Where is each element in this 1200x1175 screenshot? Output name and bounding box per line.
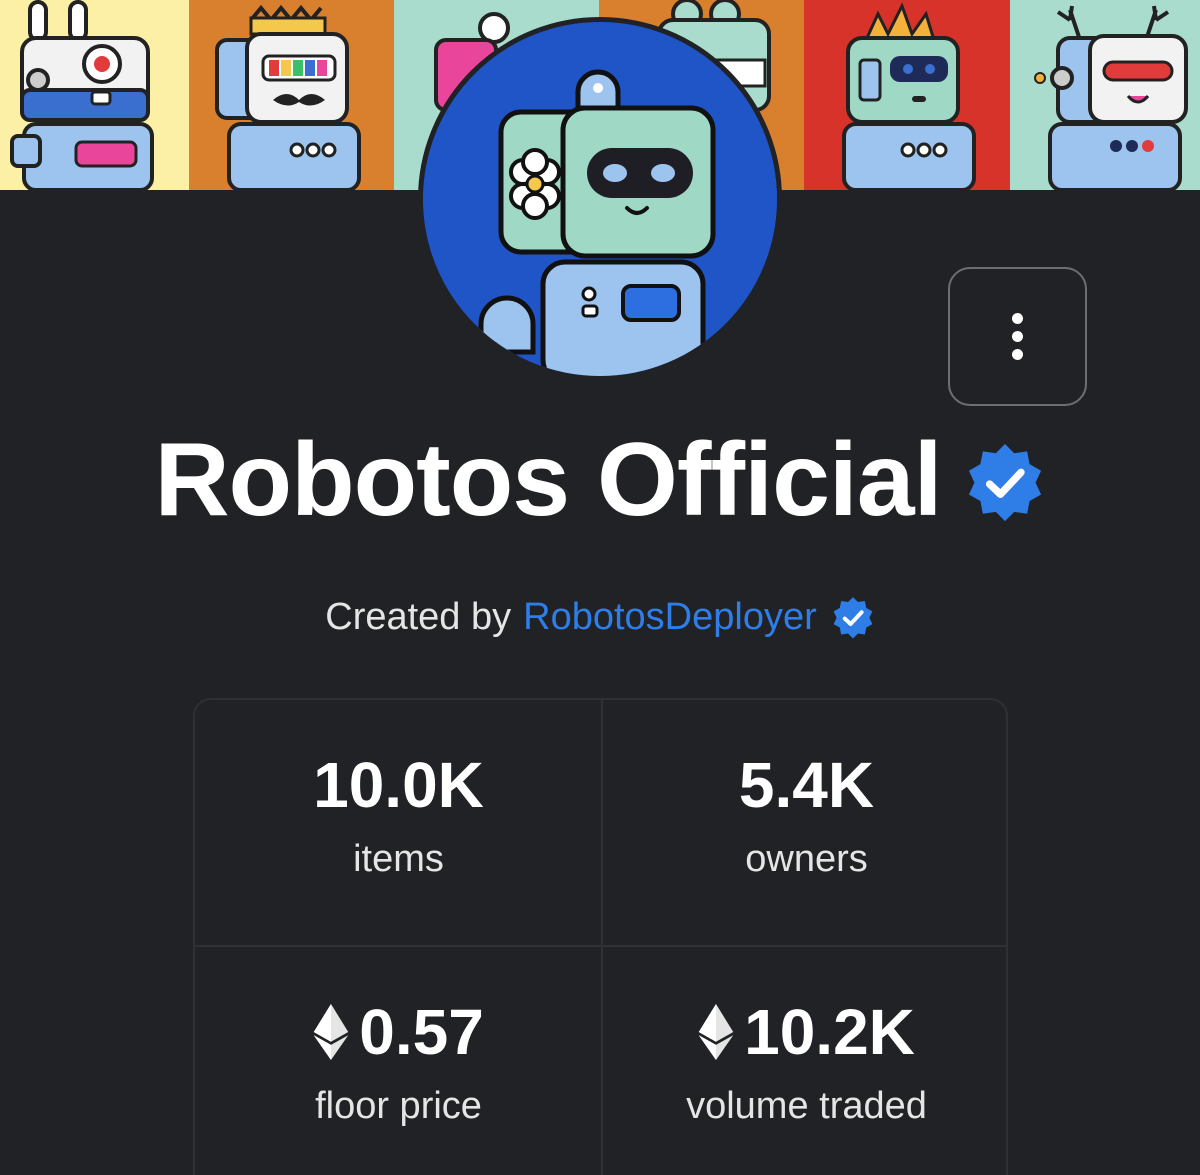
verified-badge-icon	[833, 597, 873, 639]
banner-tile-antler-robot	[1010, 0, 1200, 190]
verified-badge-icon	[968, 444, 1041, 522]
more-options-button[interactable]	[948, 267, 1087, 406]
banner-tile-king-robot	[189, 0, 394, 190]
stat-value: 0.57	[359, 996, 484, 1068]
banner-tile-bunny-robot	[0, 0, 189, 190]
stats-grid: 10.0K items 5.4K owners 0.57 floor price	[193, 698, 1008, 1175]
stat-label: items	[353, 838, 444, 880]
vertical-ellipsis-icon	[1012, 313, 1023, 324]
stat-label: volume traded	[686, 1085, 927, 1127]
collection-title: Robotos Official	[154, 422, 942, 538]
creator-row: Created by RobotosDeployer	[0, 592, 1200, 642]
stat-owners[interactable]: 5.4K owners	[603, 700, 1010, 946]
collection-avatar	[418, 17, 782, 381]
stat-label: owners	[745, 838, 868, 880]
stat-label: floor price	[315, 1085, 482, 1127]
stat-value: 5.4K	[738, 749, 875, 821]
creator-prefix: Created by	[325, 596, 512, 638]
creator-link[interactable]: RobotosDeployer	[523, 592, 817, 642]
stat-items[interactable]: 10.0K items	[195, 700, 602, 946]
stat-value: 10.2K	[744, 996, 915, 1068]
ethereum-icon	[313, 1004, 349, 1060]
ethereum-icon	[698, 1004, 734, 1060]
title-row: Robotos Official	[0, 420, 1200, 540]
stat-value: 10.0K	[313, 749, 484, 821]
banner-tile-spiky-robot	[804, 0, 1010, 190]
stat-volume-traded[interactable]: 10.2K volume traded	[603, 947, 1010, 1175]
stat-floor-price[interactable]: 0.57 floor price	[195, 947, 602, 1175]
